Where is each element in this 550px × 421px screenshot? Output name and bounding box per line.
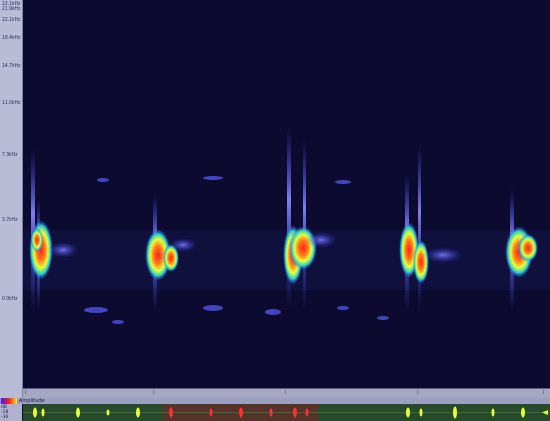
spectrogram-editor: 22.1kHz 21.9kHz 22.1kHz 18.4kHz 14.7kHz …	[0, 0, 550, 421]
time-ruler-mark: |	[153, 390, 155, 395]
time-ruler-mark: |	[25, 390, 27, 395]
frequency-tick: 14.7kHz	[2, 63, 21, 69]
frequency-tick: 11.0kHz	[2, 100, 21, 106]
amplitude-scale-label: -36	[1, 415, 9, 420]
amplitude-waveform[interactable]	[23, 404, 550, 421]
frequency-tick: 0.0kHz	[2, 296, 18, 302]
frequency-tick: 7.3kHz	[2, 152, 18, 158]
frequency-tick: 3.7kHz	[2, 217, 18, 223]
frequency-tick: 18.4kHz	[2, 35, 21, 41]
frequency-axis: 22.1kHz 21.9kHz 22.1kHz 18.4kHz 14.7kHz …	[0, 0, 23, 398]
call-5	[505, 190, 538, 310]
waveform-canvas[interactable]	[23, 404, 550, 421]
amplitude-scale: dB -18 -36	[0, 404, 22, 421]
time-ruler-mark: |	[417, 390, 419, 395]
frequency-tick: 22.1kHz	[2, 17, 21, 23]
waveform-pointer-icon	[542, 410, 548, 415]
frequency-top-label-2: 21.9kHz	[2, 6, 21, 12]
time-ruler-mark: |	[543, 390, 545, 395]
spectrogram-view[interactable]	[23, 0, 550, 388]
spectrogram-canvas[interactable]	[23, 0, 550, 388]
time-ruler-mark: |	[285, 390, 287, 395]
